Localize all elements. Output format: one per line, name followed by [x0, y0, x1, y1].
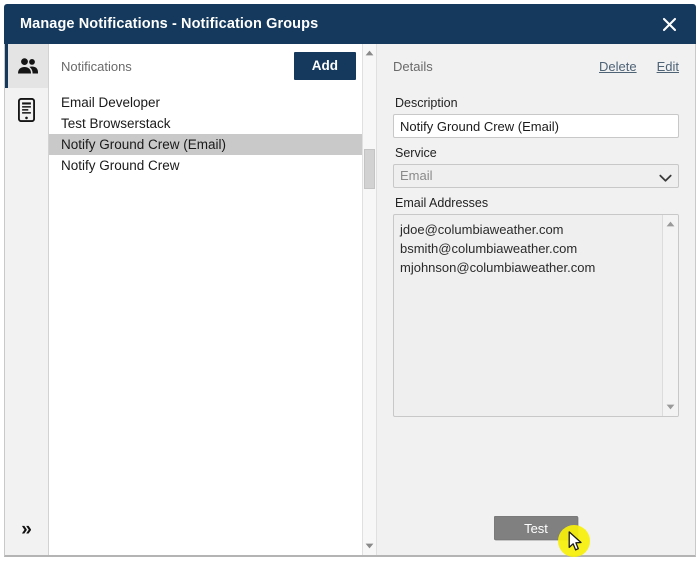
- add-button[interactable]: Add: [293, 51, 356, 81]
- notifications-list-header: Notifications Add: [49, 44, 362, 88]
- scrollbar-thumb[interactable]: [364, 149, 375, 189]
- service-select[interactable]: Email: [393, 164, 679, 188]
- list-item: bsmith@columbiaweather.com: [400, 241, 578, 256]
- email-addresses-box[interactable]: jdoe@columbiaweather.com bsmith@columbia…: [393, 214, 679, 417]
- manage-notifications-window: Manage Notifications - Notification Grou…: [0, 0, 700, 563]
- details-title: Details: [393, 58, 433, 74]
- email-addresses-list: jdoe@columbiaweather.com bsmith@columbia…: [394, 215, 678, 277]
- list-item[interactable]: Notify Ground Crew: [49, 155, 362, 176]
- mobile-device-icon: [18, 98, 35, 122]
- list-item[interactable]: Notify Ground Crew (Email): [49, 134, 362, 155]
- service-label: Service: [395, 146, 437, 160]
- expand-sidebar-icon[interactable]: »: [5, 511, 48, 547]
- list-item: jdoe@columbiaweather.com: [400, 222, 564, 237]
- notifications-label: Notifications: [61, 58, 132, 74]
- list-item[interactable]: Test Browserstack: [49, 113, 362, 134]
- edit-link[interactable]: Edit: [657, 59, 679, 74]
- list-item[interactable]: Email Developer: [49, 92, 362, 113]
- email-addresses-label: Email Addresses: [395, 196, 489, 210]
- list-item: mjohnson@columbiaweather.com: [400, 260, 596, 275]
- notifications-list: Email Developer Test Browserstack Notify…: [49, 88, 362, 176]
- users-group-icon: [17, 57, 39, 75]
- scroll-down-icon[interactable]: [363, 539, 376, 553]
- window-title: Manage Notifications - Notification Grou…: [20, 16, 319, 32]
- description-input[interactable]: [393, 114, 679, 138]
- details-actions: Delete Edit: [599, 59, 679, 74]
- details-pane: Details Delete Edit Description Service …: [377, 44, 695, 555]
- scroll-down-icon[interactable]: [663, 400, 678, 414]
- window-titlebar: Manage Notifications - Notification Grou…: [4, 4, 696, 44]
- description-label: Description: [395, 96, 458, 110]
- rail-item-notification-groups[interactable]: [5, 44, 48, 88]
- email-addresses-scrollbar[interactable]: [662, 215, 678, 416]
- scroll-up-icon[interactable]: [663, 217, 678, 231]
- service-select-wrapper: Email: [393, 164, 679, 188]
- close-icon[interactable]: [656, 11, 682, 37]
- left-icon-rail: »: [5, 44, 49, 555]
- details-header: Details Delete Edit: [393, 44, 679, 88]
- scroll-up-icon[interactable]: [363, 46, 376, 60]
- delete-link[interactable]: Delete: [599, 59, 637, 74]
- list-vertical-scrollbar[interactable]: [362, 44, 377, 555]
- window-body: » Notifications Add Email Developer Test…: [4, 44, 696, 557]
- notifications-list-pane: Notifications Add Email Developer Test B…: [49, 44, 362, 555]
- test-button[interactable]: Test: [494, 516, 578, 540]
- rail-item-devices[interactable]: [5, 88, 48, 132]
